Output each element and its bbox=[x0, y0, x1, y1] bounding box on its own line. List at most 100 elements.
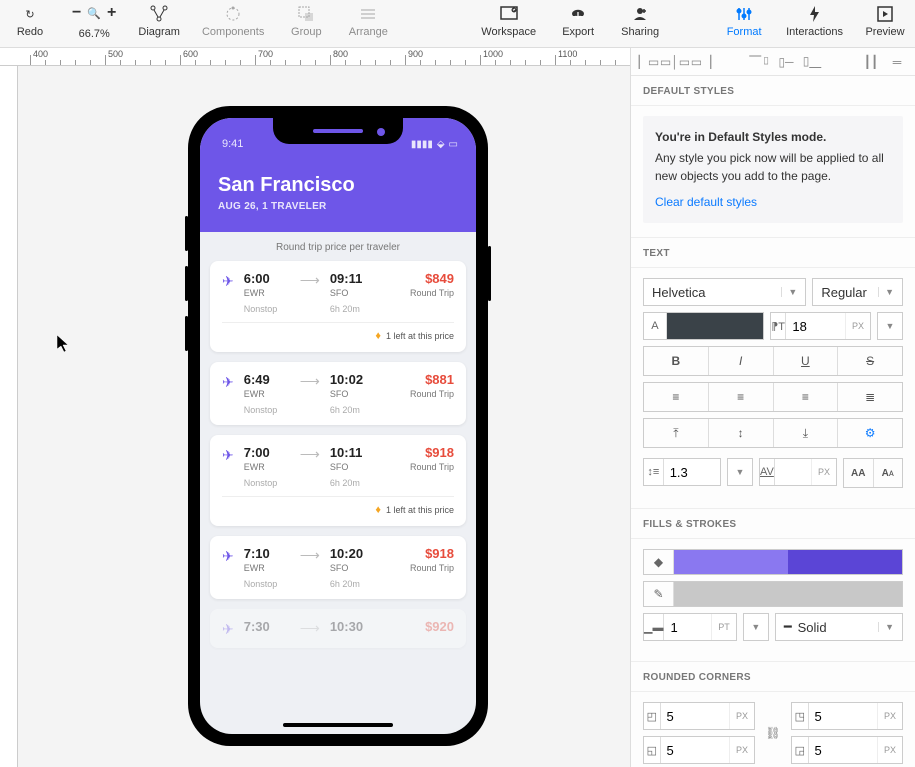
preview-icon bbox=[875, 4, 895, 24]
flight-card[interactable]: ✈ 6:49EWRNonstop ⟶ 10:02SFO6h 20m $881Ro… bbox=[210, 362, 466, 425]
stroke-style-select[interactable]: ━Solid ▼ bbox=[775, 613, 903, 641]
underline-button[interactable]: U bbox=[774, 347, 839, 375]
signal-icon: ▮▮▮▮ bbox=[411, 139, 433, 150]
workspace-button[interactable]: Workspace bbox=[481, 4, 536, 38]
letter-spacing-input[interactable]: AV PX bbox=[759, 458, 837, 486]
text-align-center-button[interactable]: ≡ bbox=[709, 383, 774, 411]
notice-body: Any style you pick now will be applied t… bbox=[655, 151, 884, 183]
arrow-icon: ⟶ bbox=[300, 272, 320, 289]
flight-list: ✈ 6:00EWRNonstop ⟶ 09:11SFO6h 20m $849Ro… bbox=[200, 261, 476, 648]
font-weight-select[interactable]: Regular▼ bbox=[812, 278, 903, 306]
italic-button[interactable]: I bbox=[709, 347, 774, 375]
distribute-h-button[interactable]: ┃┃ bbox=[859, 52, 883, 72]
sharing-button[interactable]: Sharing bbox=[620, 4, 660, 38]
workspace-icon bbox=[499, 4, 519, 24]
format-tab[interactable]: Format bbox=[724, 4, 764, 38]
cursor-icon bbox=[56, 334, 72, 359]
redo-icon: ↻ bbox=[20, 4, 40, 24]
letter-spacing-field[interactable] bbox=[775, 465, 811, 480]
bold-button[interactable]: B bbox=[644, 347, 709, 375]
font-size-input[interactable]: ⁋T PX bbox=[770, 312, 871, 340]
stroke-width-icon: ▁▬ bbox=[644, 614, 664, 640]
uppercase-button[interactable]: AA bbox=[844, 459, 874, 487]
text-align-justify-button[interactable]: ≣ bbox=[838, 383, 902, 411]
arrange-button[interactable]: Arrange bbox=[348, 4, 388, 38]
interactions-tab[interactable]: Interactions bbox=[786, 4, 843, 38]
components-icon bbox=[223, 4, 243, 24]
valign-middle-button[interactable]: ↕ bbox=[709, 419, 774, 447]
font-family-select[interactable]: Helvetica▼ bbox=[643, 278, 806, 306]
distribute-v-button[interactable]: ═ bbox=[885, 52, 909, 72]
export-button[interactable]: Export bbox=[558, 4, 598, 38]
text-style-row: B I U S bbox=[643, 346, 903, 376]
chevron-down-icon: ▼ bbox=[886, 321, 895, 331]
stroke-width-field[interactable] bbox=[664, 620, 711, 635]
text-color-swatch[interactable] bbox=[667, 313, 763, 339]
align-bottom-button[interactable]: ▯⎽ bbox=[800, 52, 824, 72]
line-height-input[interactable]: ↕≡ bbox=[643, 458, 721, 486]
top-toolbar: ↻ Redo − 🔍 + 66.7% Diagram Components Gr… bbox=[0, 0, 915, 48]
flight-card[interactable]: ✈ 6:00EWRNonstop ⟶ 09:11SFO6h 20m $849Ro… bbox=[210, 261, 466, 352]
text-align-left-button[interactable]: ≡ bbox=[644, 383, 709, 411]
text-align-right-button[interactable]: ≡ bbox=[774, 383, 839, 411]
zoom-out-button[interactable]: − bbox=[72, 4, 81, 22]
arrange-icon bbox=[358, 4, 378, 24]
corner-br-icon: ◲ bbox=[792, 737, 809, 763]
font-size-field[interactable] bbox=[786, 319, 845, 334]
valign-bottom-button[interactable]: ⤓ bbox=[774, 419, 839, 447]
text-settings-button[interactable]: ⚙ bbox=[838, 419, 902, 447]
stroke-color-control[interactable]: ✎ bbox=[643, 581, 903, 607]
export-icon bbox=[568, 4, 588, 24]
zoom-in-button[interactable]: + bbox=[107, 4, 116, 22]
stroke-width-dropdown[interactable]: ▼ bbox=[743, 613, 769, 641]
canvas[interactable]: 9:41 ▮▮▮▮ ⬙ ▭ San Francisco AUG 26, 1 TR… bbox=[18, 66, 630, 767]
diagram-icon bbox=[149, 4, 169, 24]
corner-tl-input[interactable]: ◰PX bbox=[643, 702, 755, 730]
corner-br-input[interactable]: ◲PX bbox=[791, 736, 903, 764]
corner-tr-input[interactable]: ◳PX bbox=[791, 702, 903, 730]
align-left-button[interactable]: ▏▭ bbox=[637, 52, 661, 72]
format-icon bbox=[734, 4, 754, 24]
fill-color-control[interactable]: ◆ bbox=[643, 549, 903, 575]
flight-card-faded: ✈7:30⟶10:30$920 bbox=[210, 609, 466, 648]
flight-card[interactable]: ✈ 7:00EWRNonstop ⟶ 10:11SFO6h 20m $918Ro… bbox=[210, 435, 466, 526]
zoom-control[interactable]: − 🔍 + 66.7% bbox=[72, 4, 116, 40]
phone-frame[interactable]: 9:41 ▮▮▮▮ ⬙ ▭ San Francisco AUG 26, 1 TR… bbox=[188, 106, 488, 746]
corner-tl-icon: ◰ bbox=[644, 703, 661, 729]
corner-tr-icon: ◳ bbox=[792, 703, 809, 729]
capitalize-button[interactable]: Aᴀ bbox=[874, 459, 903, 487]
flight-card[interactable]: ✈ 7:10EWRNonstop ⟶ 10:20SFO6h 20m $918Ro… bbox=[210, 536, 466, 599]
zoom-value: 66.7% bbox=[79, 28, 110, 40]
clear-defaults-link[interactable]: Clear default styles bbox=[655, 193, 757, 211]
stroke-width-input[interactable]: ▁▬ PT bbox=[643, 613, 737, 641]
line-height-dropdown[interactable]: ▼ bbox=[727, 458, 753, 486]
diagram-button[interactable]: Diagram bbox=[138, 4, 180, 38]
components-button[interactable]: Components bbox=[202, 4, 264, 38]
hero-section: San Francisco AUG 26, 1 TRAVELER bbox=[200, 158, 476, 232]
link-corners-button[interactable]: ⛓ bbox=[763, 726, 783, 740]
text-color-input[interactable]: A bbox=[643, 312, 764, 340]
group-button[interactable]: Group bbox=[286, 4, 326, 38]
flame-icon: ♦ bbox=[375, 504, 381, 516]
font-size-dropdown[interactable]: ▼ bbox=[877, 312, 903, 340]
align-center-h-button[interactable]: ▭│▭ bbox=[663, 52, 687, 72]
corner-bl-input[interactable]: ◱PX bbox=[643, 736, 755, 764]
fills-section-title: FILLS & STROKES bbox=[631, 509, 915, 539]
plane-icon: ✈ bbox=[222, 447, 234, 464]
strike-button[interactable]: S bbox=[838, 347, 902, 375]
plane-icon: ✈ bbox=[222, 273, 234, 290]
line-height-icon: ↕≡ bbox=[644, 459, 664, 485]
corners-section-title: ROUNDED CORNERS bbox=[631, 662, 915, 692]
home-indicator bbox=[283, 723, 393, 727]
chevron-down-icon: ▼ bbox=[878, 622, 894, 632]
align-top-button[interactable]: ⎺▯ bbox=[748, 52, 772, 72]
line-height-field[interactable] bbox=[664, 465, 720, 480]
align-right-button[interactable]: ▭▕ bbox=[689, 52, 713, 72]
stroke-icon: ✎ bbox=[644, 582, 674, 606]
notice-title: You're in Default Styles mode. bbox=[655, 128, 891, 146]
chevron-down-icon: ▼ bbox=[736, 467, 745, 477]
preview-tab[interactable]: Preview bbox=[865, 4, 905, 38]
align-middle-button[interactable]: ▯─ bbox=[774, 52, 798, 72]
valign-top-button[interactable]: ⤒ bbox=[644, 419, 709, 447]
redo-button[interactable]: ↻ Redo bbox=[10, 4, 50, 38]
